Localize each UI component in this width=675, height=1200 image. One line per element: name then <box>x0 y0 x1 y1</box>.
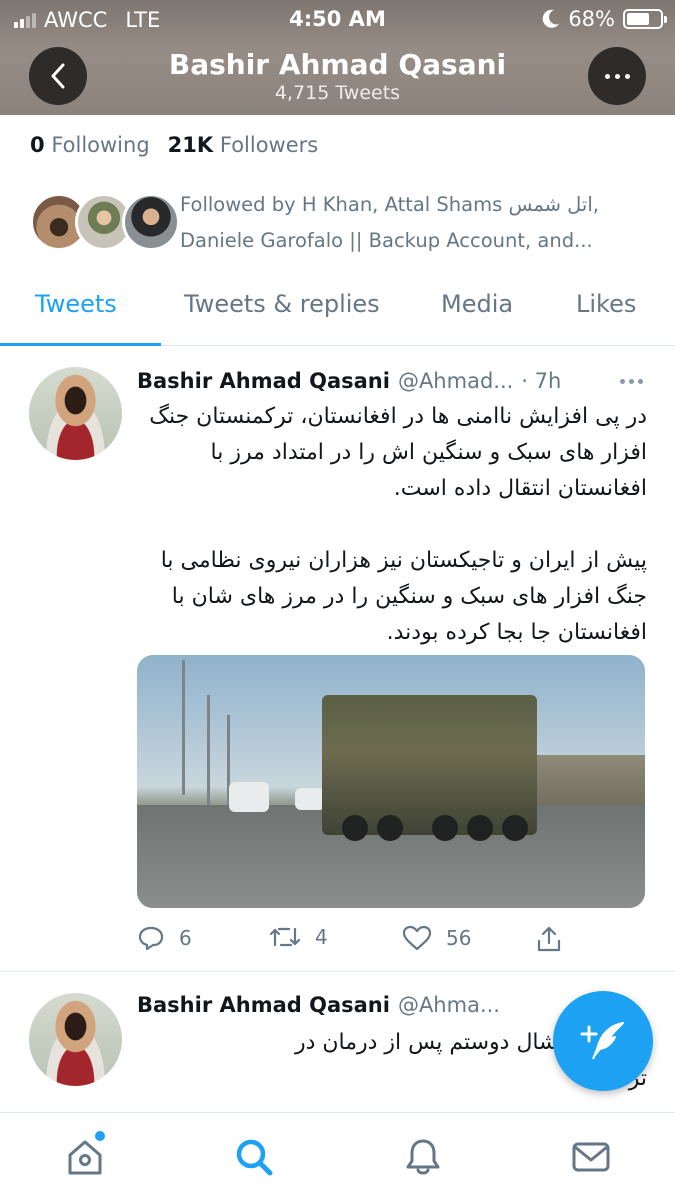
reply-icon <box>138 926 164 951</box>
more-button[interactable] <box>588 47 646 105</box>
followed-by-line: Daniele Garofalo || Backup Account, and.… <box>180 229 593 252</box>
reply-count: 6 <box>179 926 192 950</box>
retweet-button[interactable]: 4 <box>269 925 328 949</box>
reply-button[interactable]: 6 <box>137 925 192 951</box>
followed-by-line: Followed by H Khan, Attal Shams اتل شمس, <box>180 193 599 216</box>
more-horizontal-icon <box>604 73 630 79</box>
follow-stats: 0 Following 21K Followers <box>30 133 318 157</box>
share-icon <box>537 926 561 952</box>
mail-icon <box>572 1142 610 1172</box>
notification-dot <box>95 1131 105 1141</box>
battery-icon <box>623 9 667 29</box>
tab-tweets-replies[interactable]: Tweets & replies <box>184 290 380 318</box>
like-button[interactable]: 56 <box>402 925 471 951</box>
tweet-author-name[interactable]: Bashir Ahmad Qasani <box>137 369 390 393</box>
moon-icon <box>543 9 560 28</box>
followers-link[interactable]: 21K Followers <box>168 133 319 157</box>
retweet-icon <box>269 927 301 947</box>
profile-name: Bashir Ahmad Qasani <box>168 48 507 81</box>
following-label: Following <box>51 133 150 157</box>
profile-header: AWCC LTE 4:50 AM 68% Bashir Ahmad Qasani… <box>0 0 675 115</box>
tweet[interactable]: Bashir Ahmad Qasani @Ahmad... · 7h در پی… <box>0 347 675 972</box>
tweet-count: 4,715 Tweets <box>274 82 401 104</box>
following-count: 0 <box>30 133 45 157</box>
avatar <box>122 193 180 251</box>
tweet-header: Bashir Ahmad Qasani @Ahmad... · 7h <box>137 369 561 393</box>
tab-media[interactable]: Media <box>441 290 513 318</box>
tab-tweets[interactable]: Tweets <box>35 290 117 318</box>
followers-label: Followers <box>219 133 319 157</box>
followed-by[interactable]: Followed by H Khan, Attal Shams اتل شمس,… <box>30 185 650 255</box>
battery-percent: 68% <box>568 7 615 31</box>
active-tab-indicator <box>0 343 161 346</box>
tweet-handle: @Ahma... <box>397 993 500 1017</box>
nav-messages[interactable] <box>569 1135 613 1179</box>
like-count: 56 <box>446 926 472 950</box>
status-bar: AWCC LTE 4:50 AM 68% <box>0 0 675 38</box>
following-link[interactable]: 0 Following <box>30 133 150 157</box>
tweet-handle: @Ahmad... <box>397 369 514 393</box>
nav-home[interactable] <box>63 1131 107 1179</box>
share-button[interactable] <box>535 925 563 953</box>
heart-icon <box>402 925 432 951</box>
nav-search[interactable] <box>232 1135 276 1179</box>
tweet-actions: 6 4 56 <box>137 925 577 955</box>
avatar[interactable] <box>29 993 122 1086</box>
nav-notifications[interactable] <box>401 1135 445 1179</box>
followers-count: 21K <box>167 133 214 157</box>
tweet-header: Bashir Ahmad Qasani @Ahma... <box>137 993 500 1017</box>
retweet-count: 4 <box>315 925 328 949</box>
followed-by-text: Followed by H Khan, Attal Shams اتل شمس,… <box>180 187 650 259</box>
mutual-avatars <box>30 193 180 251</box>
compose-feather-icon <box>580 1022 624 1060</box>
tweet-media-image[interactable] <box>137 655 645 908</box>
home-icon <box>68 1140 102 1175</box>
compose-tweet-button[interactable] <box>553 991 653 1091</box>
tab-likes[interactable]: Likes <box>576 290 636 318</box>
tweet-time: · 7h <box>521 369 562 393</box>
profile-tabs: Tweets Tweets & replies Media Likes <box>0 280 675 346</box>
bottom-tab-bar <box>0 1112 675 1200</box>
search-icon <box>236 1139 273 1176</box>
tweet-more-icon[interactable] <box>620 379 643 384</box>
tweet-author-name[interactable]: Bashir Ahmad Qasani <box>137 993 390 1017</box>
tweet-text: در پی افزایش ناامنی ها در افغانستان، ترک… <box>149 404 647 645</box>
avatar[interactable] <box>29 367 122 460</box>
bell-icon <box>406 1139 440 1175</box>
battery-level <box>627 13 649 25</box>
